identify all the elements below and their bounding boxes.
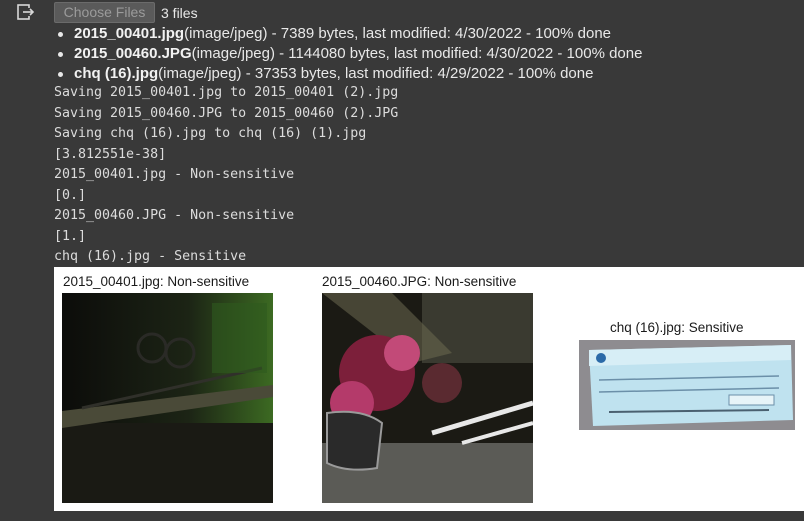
subplot-image-cheque bbox=[579, 340, 795, 430]
log-line: chq (16).jpg - Sensitive bbox=[54, 249, 247, 264]
image-figure: 2015_00401.jpg: Non-sensitive 2015_00460… bbox=[54, 267, 804, 511]
file-details: (image/jpeg) - 7389 bytes, last modified… bbox=[184, 25, 612, 42]
log-line: [0.] bbox=[54, 187, 87, 203]
list-item: 2015_00460.JPG(image/jpeg) - 1144080 byt… bbox=[54, 44, 642, 64]
list-item: chq (16).jpg(image/jpeg) - 37353 bytes, … bbox=[54, 64, 642, 84]
subplot-title: chq (16).jpg: Sensitive bbox=[610, 320, 744, 335]
bullet-icon bbox=[58, 32, 63, 37]
log-line: [3.812551e-38] bbox=[54, 146, 167, 162]
subplot-title: 2015_00460.JPG: Non-sensitive bbox=[322, 274, 517, 289]
log-line: 2015_00401.jpg - Non-sensitive bbox=[54, 167, 295, 182]
file-upload-widget: Choose Files 3 files bbox=[54, 2, 198, 23]
log-line: 2015_00460.JPG - Non-sensitive bbox=[54, 208, 295, 223]
file-name: chq (16).jpg bbox=[74, 65, 159, 82]
subplot-image-flowers bbox=[322, 293, 533, 503]
file-details: (image/jpeg) - 1144080 bytes, last modif… bbox=[191, 45, 643, 62]
files-count-label: 3 files bbox=[161, 4, 198, 21]
list-item: 2015_00401.jpg(image/jpeg) - 7389 bytes,… bbox=[54, 24, 642, 44]
log-line: Saving 2015_00401.jpg to 2015_00401 (2).… bbox=[54, 85, 399, 100]
log-line: Saving chq (16).jpg to chq (16) (1).jpg bbox=[54, 126, 367, 141]
file-details: (image/jpeg) - 37353 bytes, last modifie… bbox=[158, 65, 594, 82]
stdout-log: Saving 2015_00401.jpg to 2015_00401 (2).… bbox=[54, 83, 398, 268]
file-name: 2015_00460.JPG bbox=[74, 45, 192, 62]
file-name: 2015_00401.jpg bbox=[74, 25, 185, 42]
output-redirect-icon[interactable] bbox=[17, 4, 35, 20]
bullet-icon bbox=[58, 52, 63, 57]
subplot-title: 2015_00401.jpg: Non-sensitive bbox=[63, 274, 250, 289]
choose-files-button[interactable]: Choose Files bbox=[54, 2, 155, 23]
log-line: Saving 2015_00460.JPG to 2015_00460 (2).… bbox=[54, 105, 399, 121]
uploaded-files-list: 2015_00401.jpg(image/jpeg) - 7389 bytes,… bbox=[54, 24, 642, 84]
subplot-image-dark-railing bbox=[62, 293, 273, 503]
cell-gutter bbox=[0, 0, 48, 521]
log-line: [1.] bbox=[54, 228, 87, 244]
bullet-icon bbox=[58, 72, 63, 77]
